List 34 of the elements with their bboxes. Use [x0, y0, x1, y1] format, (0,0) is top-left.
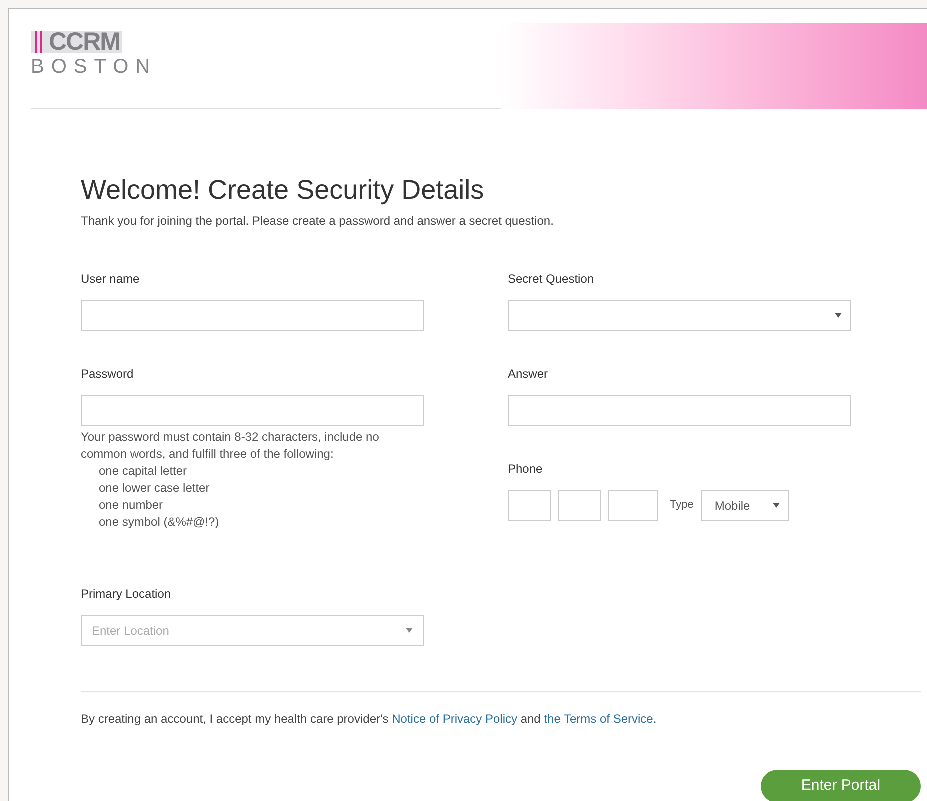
password-rule: one capital letter	[98, 463, 188, 480]
location-placeholder: Enter Location	[92, 622, 170, 640]
input-field[interactable]	[508, 490, 551, 521]
field-label: User name	[81, 271, 141, 288]
privacy-policy-link[interactable]: Notice of Privacy Policy	[392, 712, 518, 726]
phone-type-value: Mobile	[714, 498, 750, 514]
page-subtitle: Thank you for joining the portal. Please create a password and answer a secret question.	[81, 213, 555, 230]
field-label: Password	[81, 366, 135, 383]
field-label: Phone	[508, 461, 544, 478]
field-label: Primary Location	[81, 586, 172, 603]
stripes-icon	[31, 31, 47, 53]
field-label: Secret Question	[508, 271, 596, 288]
caret-icon	[772, 503, 780, 508]
phone-type-select[interactable]: Mobile	[700, 490, 789, 521]
field-label: Answer	[508, 366, 550, 383]
password-rule: one number	[98, 497, 164, 514]
logo-city: BOSTON	[31, 55, 158, 79]
input-field[interactable]	[608, 490, 658, 521]
input-field[interactable]	[558, 490, 601, 521]
terms-sentence: By creating an account, I accept my health care provider's Notice of Privacy Policy and the Terms of Service.	[81, 711, 658, 728]
password-hint: Your password must contain 8-32 characters, include no common words, and fulfill three of the following:	[81, 429, 380, 463]
caret-icon	[835, 313, 842, 318]
input-field[interactable]	[508, 395, 851, 426]
question-select[interactable]	[508, 300, 851, 331]
terms-link[interactable]: the Terms of Service	[544, 712, 654, 726]
type-label: Type	[670, 498, 694, 514]
password-rule: one lower case letter	[98, 480, 211, 497]
enter-portal-button[interactable]: Enter Portal	[761, 770, 921, 801]
input-field[interactable]	[81, 395, 424, 426]
password-rule: one symbol (&%#@!?)	[98, 514, 220, 531]
caret-icon	[406, 628, 413, 633]
page-title: Welcome! Create Security Details	[81, 174, 486, 206]
input-field[interactable]	[81, 300, 424, 331]
logo-wordmark: CCRM	[47, 31, 122, 53]
